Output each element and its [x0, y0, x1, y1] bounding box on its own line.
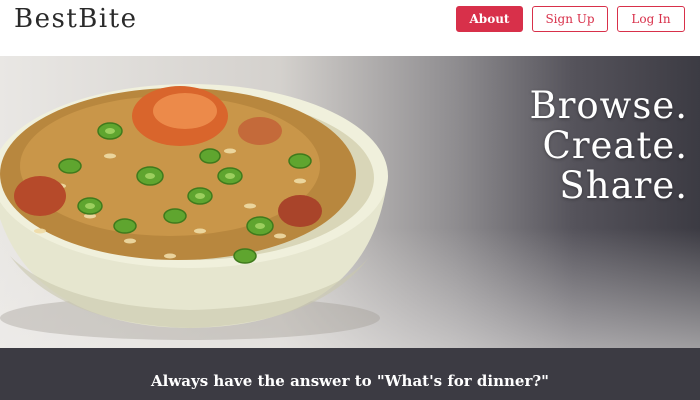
hero-banner: Browse. Create. Share. [0, 56, 700, 348]
hero-tagline: Browse. Create. Share. [368, 86, 688, 206]
tagline-line-1: Browse. [529, 84, 688, 127]
cta-text: Always have the answer to "What's for di… [151, 372, 549, 390]
about-button[interactable]: About [456, 6, 523, 32]
log-in-button[interactable]: Log In [617, 6, 685, 32]
brand-logo[interactable]: BestBite [14, 4, 138, 34]
sign-up-button[interactable]: Sign Up [532, 6, 608, 32]
cta-band: Always have the answer to "What's for di… [0, 348, 700, 400]
tagline-line-2: Create. [542, 124, 688, 167]
navbar: BestBite About Sign Up Log In [0, 0, 700, 56]
tagline-line-3: Share. [559, 164, 688, 207]
